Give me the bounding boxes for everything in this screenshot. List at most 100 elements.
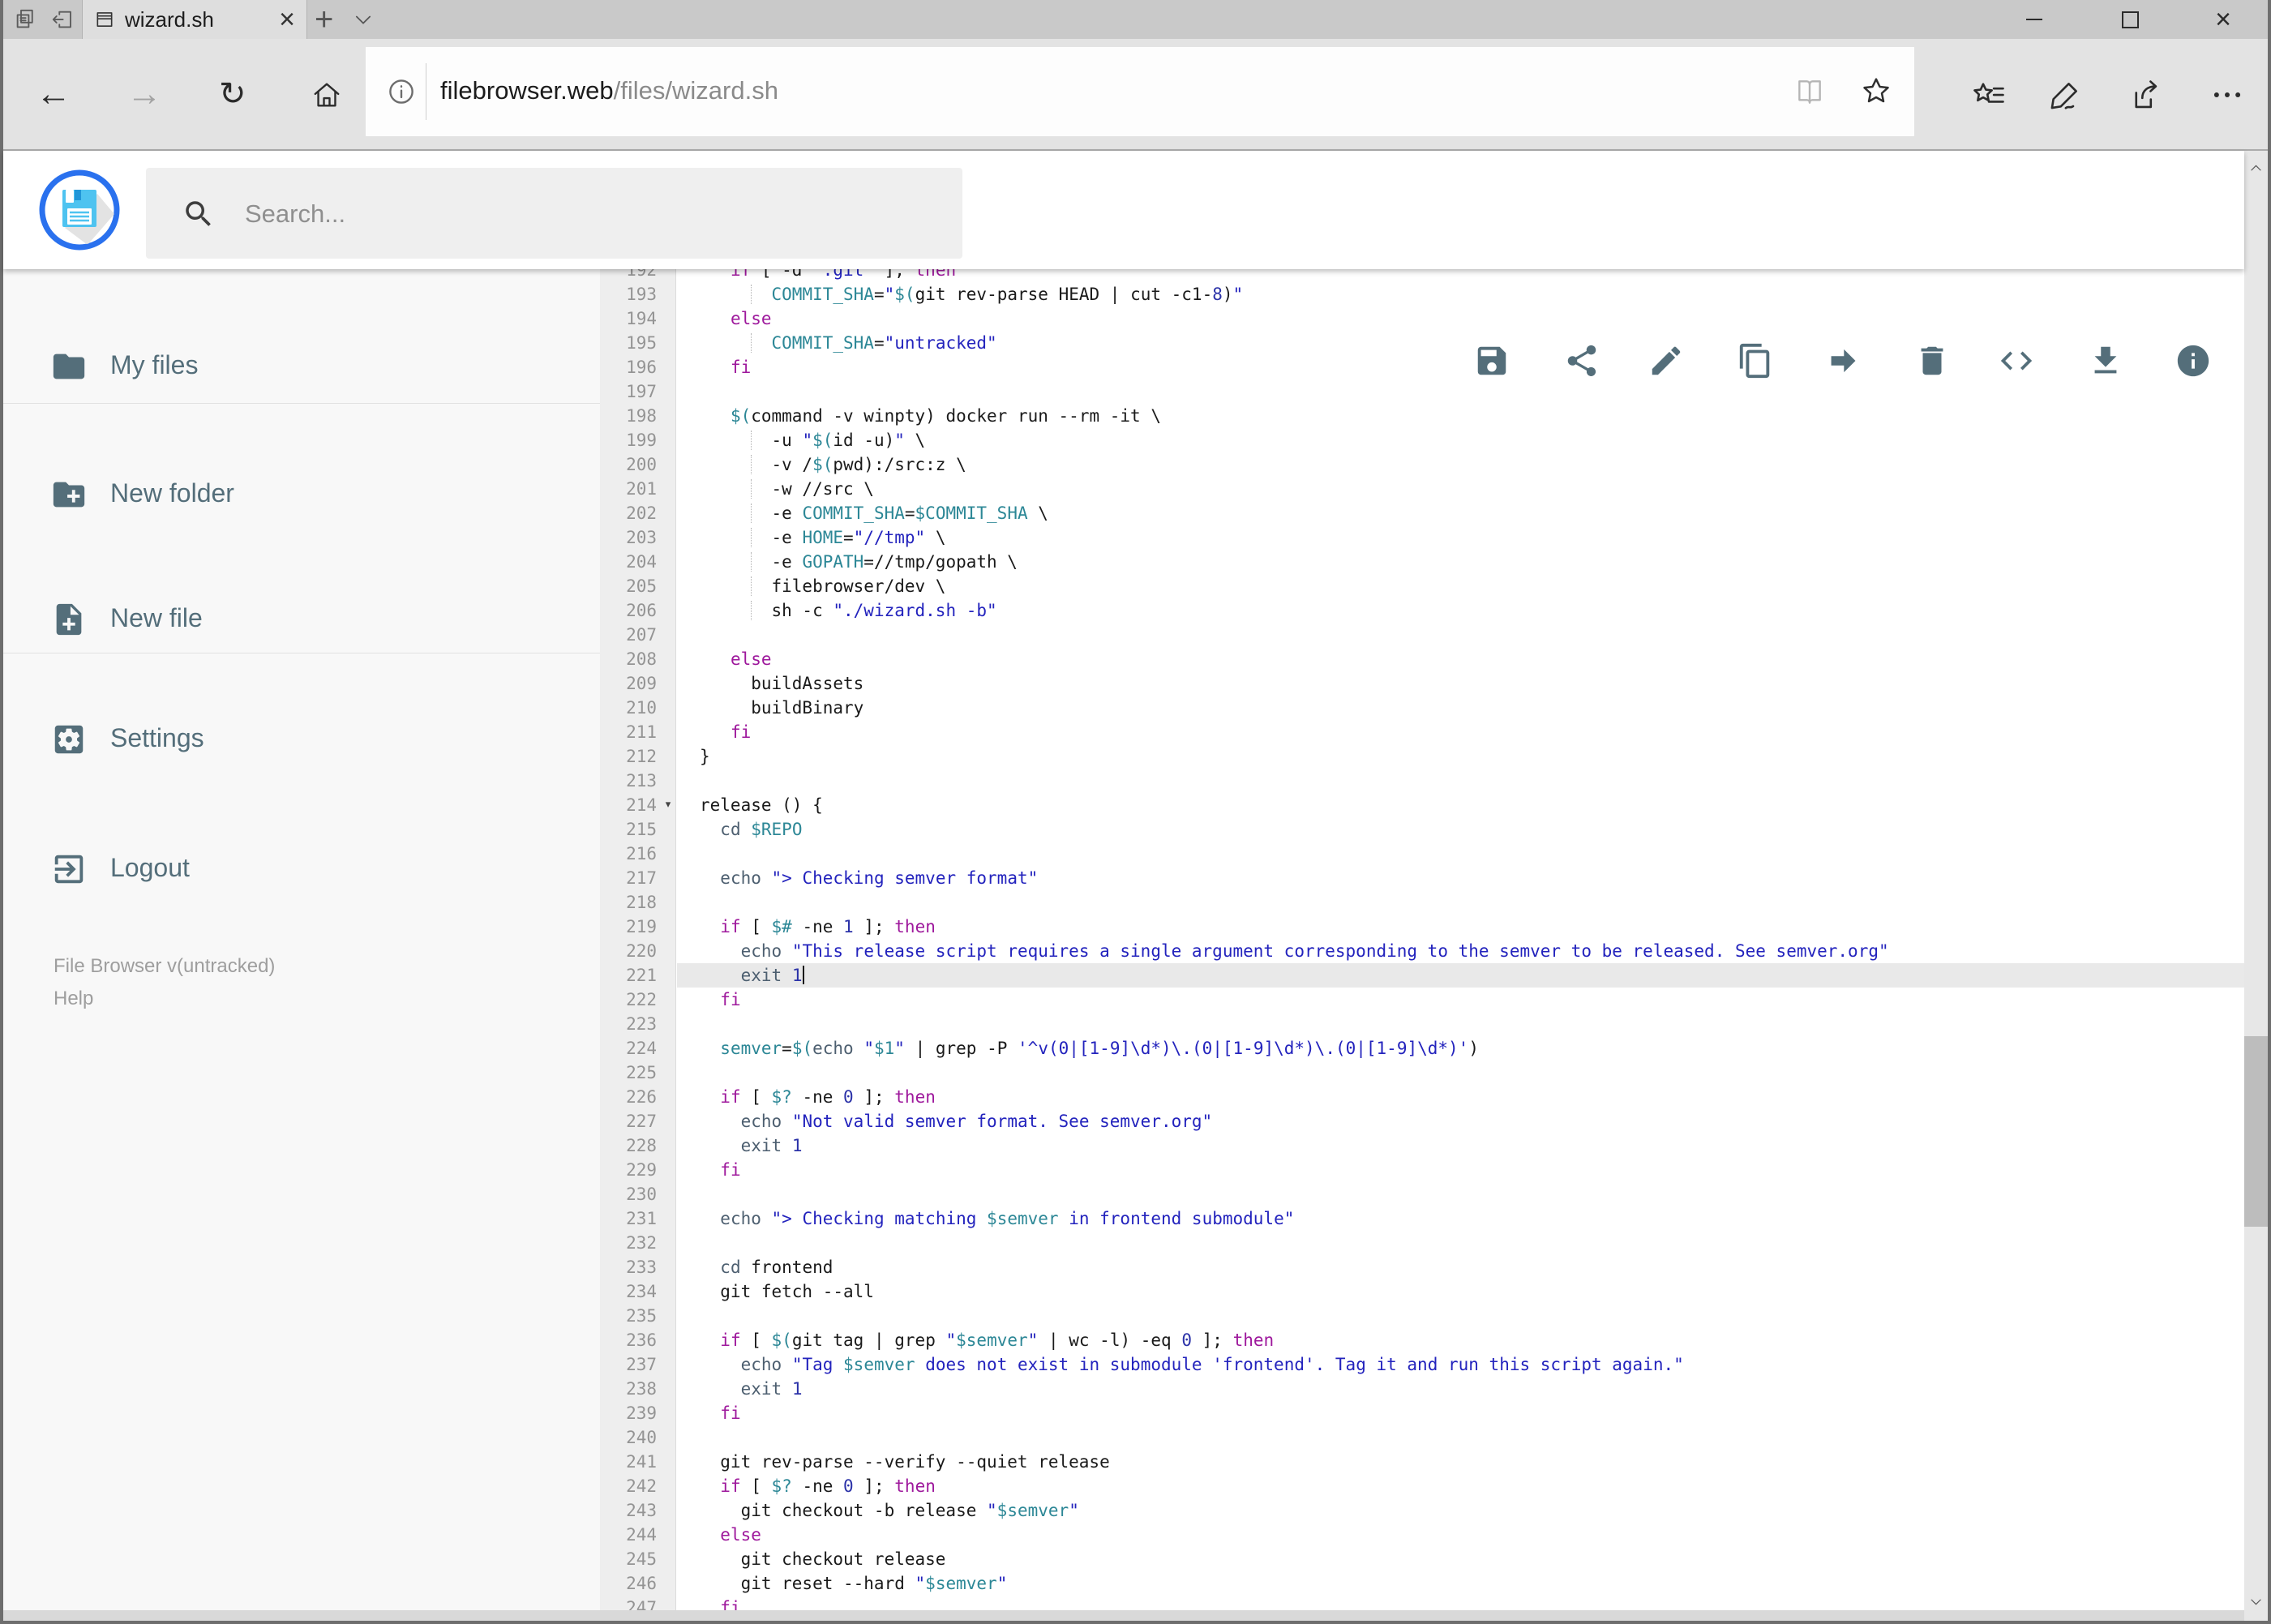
code-line[interactable]: 208 else [600,647,2244,671]
code-line[interactable]: 234 git fetch --all [600,1279,2244,1304]
search-box[interactable] [146,168,962,260]
code-line[interactable]: 216 [600,842,2244,866]
code-editor[interactable]: 192 if [ -d ".git" ]; then 193 COMMIT_SHA… [600,269,2244,1610]
back-icon[interactable]: ← [36,73,71,115]
new-tab-icon[interactable]: + [315,2,333,38]
code-line[interactable]: 223 [600,1012,2244,1036]
tabs-set-aside-icon[interactable] [50,7,75,32]
code-line[interactable]: 220 echo "This release script requires a… [600,939,2244,963]
sidebar-item-logout[interactable]: Logout [3,830,600,908]
code-line[interactable]: 218 [600,890,2244,915]
move-button[interactable] [1823,342,1861,379]
copy-button[interactable] [1737,342,1774,379]
code-line[interactable]: 219 if [ $# -ne 1 ]; then [600,915,2244,939]
code-line[interactable]: 247 fi [600,1596,2244,1610]
code-line[interactable]: 245 git checkout release [600,1547,2244,1571]
hub-icon[interactable] [1972,78,2006,112]
code-line[interactable]: 201 -w //src \ [600,477,2244,501]
code-line[interactable]: 224 semver=$(echo "$1" | grep -P '^v(0|[… [600,1036,2244,1061]
code-line[interactable]: 231 echo "> Checking matching $semver in… [600,1206,2244,1231]
scrollbar-thumb[interactable] [2244,1036,2268,1227]
code-line[interactable]: 197 [600,379,2244,404]
sidebar-item-settings[interactable]: Settings [3,701,600,778]
code-line[interactable]: 236 if [ $(git tag | grep "$semver" | wc… [600,1328,2244,1352]
code-line[interactable]: 210 buildBinary [600,696,2244,720]
refresh-icon[interactable]: ↻ [219,73,246,115]
reading-view-icon[interactable] [1794,76,1825,107]
search-input[interactable] [243,168,944,260]
code-line[interactable]: 244 else [600,1523,2244,1547]
site-info-icon[interactable] [386,76,417,107]
code-line[interactable]: 229 fi [600,1158,2244,1182]
code-line[interactable]: 192 if [ -d ".git" ]; then [600,269,2244,282]
filebrowser-logo[interactable] [39,169,120,251]
code-line[interactable]: 230 [600,1182,2244,1206]
code-line[interactable]: 215 cd $REPO [600,817,2244,842]
code-line[interactable]: 242 if [ $? -ne 0 ]; then [600,1474,2244,1498]
forward-icon[interactable]: → [126,73,162,115]
code-line[interactable]: 226 if [ $? -ne 0 ]; then [600,1085,2244,1109]
minimize-icon[interactable] [2006,0,2063,39]
tab-close-icon[interactable]: × [279,3,295,36]
horizontal-scrollbar[interactable] [3,1610,2244,1621]
code-line[interactable]: 212} [600,744,2244,769]
scroll-up-icon[interactable] [2248,161,2264,176]
code-line[interactable]: 194 else [600,306,2244,331]
pages-overview-icon[interactable] [13,7,37,32]
sidebar-item-new-file[interactable]: New file [3,581,600,658]
code-line[interactable]: 200 -v /$(pwd):/src:z \ [600,452,2244,477]
code-line[interactable]: 211 fi [600,720,2244,744]
download-button[interactable] [2087,342,2124,379]
code-line[interactable]: 204 -e GOPATH=//tmp/gopath \ [600,550,2244,574]
vertical-scrollbar[interactable] [2244,151,2268,1621]
code-button[interactable] [1998,342,2035,379]
save-button[interactable] [1473,342,1510,379]
web-note-icon[interactable] [2048,78,2082,112]
code-line[interactable]: 232 [600,1231,2244,1255]
code-line[interactable]: 240 [600,1425,2244,1450]
code-line[interactable]: 246 git reset --hard "$semver" [600,1571,2244,1596]
favorite-star-icon[interactable] [1860,75,1892,107]
close-icon[interactable]: × [2195,0,2252,39]
help-link[interactable]: Help [54,988,93,1010]
code-line[interactable]: 214 ▾ release () { [600,793,2244,817]
home-icon[interactable] [311,79,342,110]
maximize-icon[interactable] [2102,0,2158,39]
code-line[interactable]: 217 echo "> Checking semver format" [600,866,2244,890]
info-button[interactable] [2175,342,2212,379]
code-line[interactable]: 225 [600,1061,2244,1085]
scroll-down-icon[interactable] [2248,1594,2264,1609]
tabs-dropdown-icon[interactable] [352,8,375,31]
code-line[interactable]: 205 filebrowser/dev \ [600,574,2244,598]
code-line[interactable]: 239 fi [600,1401,2244,1425]
code-line[interactable]: 213 [600,769,2244,793]
share-button[interactable] [1563,342,1600,379]
code-line[interactable]: 237 echo "Tag $semver does not exist in … [600,1352,2244,1377]
code-line[interactable]: 202 -e COMMIT_SHA=$COMMIT_SHA \ [600,501,2244,525]
code-line[interactable]: 221 exit 1 [600,963,2244,988]
share-icon[interactable] [2129,78,2163,112]
code-line[interactable]: 227 echo "Not valid semver format. See s… [600,1109,2244,1133]
code-line[interactable]: 228 exit 1 [600,1133,2244,1158]
code-line[interactable]: 241 git rev-parse --verify --quiet relea… [600,1450,2244,1474]
code-line[interactable]: 206 sh -c "./wizard.sh -b" [600,598,2244,623]
delete-button[interactable] [1913,342,1951,379]
code-line[interactable]: 233 cd frontend [600,1255,2244,1279]
more-icon[interactable] [2210,78,2244,112]
sidebar-item-new-folder[interactable]: New folder [3,456,600,533]
code-line[interactable]: 222 fi [600,988,2244,1012]
code-line[interactable]: 238 exit 1 [600,1377,2244,1401]
code-line[interactable]: 209 buildAssets [600,671,2244,696]
fold-marker-icon[interactable]: ▾ [660,793,676,817]
code-line[interactable]: 243 git checkout -b release "$semver" [600,1498,2244,1523]
address-bar[interactable]: filebrowser.web/files/wizard.sh [366,47,1914,136]
code-line[interactable]: 207 [600,623,2244,647]
browser-tab[interactable]: wizard.sh × [82,0,307,39]
code-line[interactable]: 203 -e HOME="//tmp" \ [600,525,2244,550]
code-line[interactable]: 198 $(command -v winpty) docker run --rm… [600,404,2244,428]
code-line[interactable]: 199 -u "$(id -u)" \ [600,428,2244,452]
code-line[interactable]: 235 [600,1304,2244,1328]
code-line[interactable]: 193 COMMIT_SHA="$(git rev-parse HEAD | c… [600,282,2244,306]
sidebar-item-my-files[interactable]: My files [3,328,600,405]
edit-button[interactable] [1648,342,1685,379]
